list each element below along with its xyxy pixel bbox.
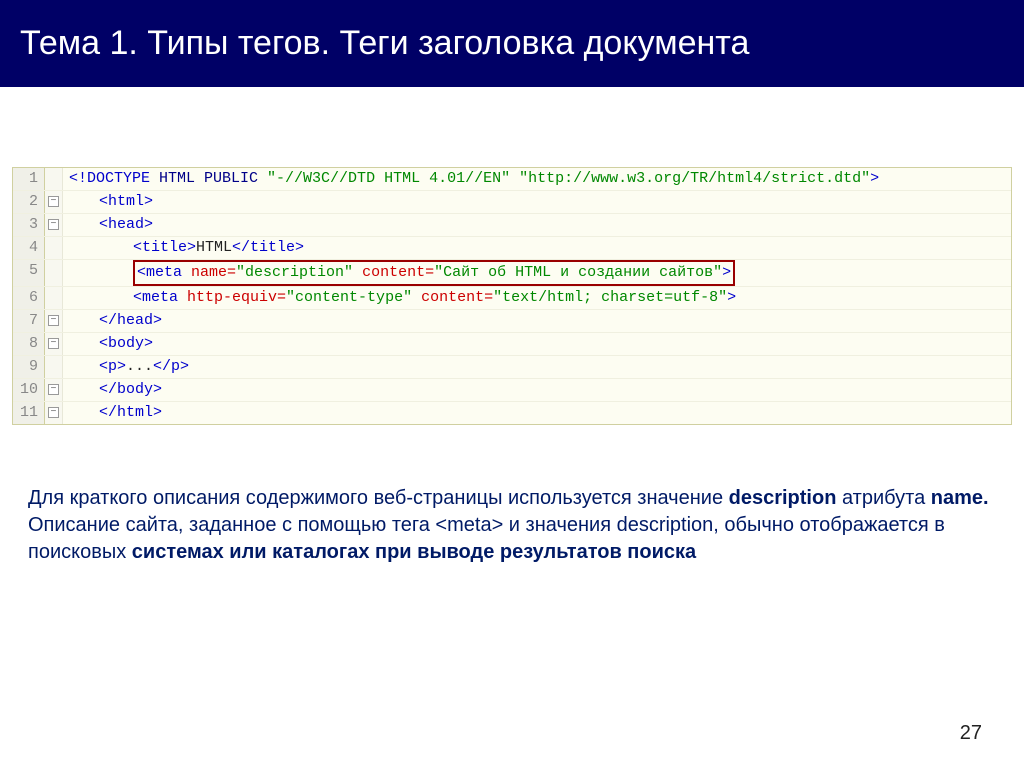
line-number: 8 (13, 333, 45, 355)
token-attr: content= (353, 264, 434, 281)
fold-gutter: − (45, 191, 63, 213)
line-number: 3 (13, 214, 45, 236)
code-content: <p>...</p> (63, 356, 189, 378)
fold-icon[interactable]: − (48, 196, 59, 207)
fold-gutter: − (45, 379, 63, 401)
code-line: 9 <p>...</p> (13, 356, 1011, 379)
token-tag: > (722, 264, 731, 281)
para-bold-tail: системах или каталогах при выводе резуль… (132, 541, 696, 563)
token-val: "description" (236, 264, 353, 281)
line-number: 11 (13, 402, 45, 424)
token-tag: > (870, 170, 879, 187)
token-val: "Сайт об HTML и создании сайтов" (434, 264, 722, 281)
fold-gutter: − (45, 402, 63, 424)
code-content: <!DOCTYPE HTML PUBLIC "-//W3C//DTD HTML … (63, 168, 879, 190)
token-val: "content-type" (286, 289, 412, 306)
code-line: 8− <body> (13, 333, 1011, 356)
para-bold-name: name. (931, 487, 989, 509)
token-txt: ... (126, 358, 153, 375)
token-attr: content= (412, 289, 493, 306)
fold-gutter (45, 237, 63, 259)
fold-icon[interactable]: − (48, 384, 59, 395)
token-tag: <meta (137, 264, 191, 281)
token-tag: </p> (153, 358, 189, 375)
line-number: 1 (13, 168, 45, 190)
code-content: <head> (63, 214, 153, 236)
fold-icon[interactable]: − (48, 338, 59, 349)
fold-icon[interactable]: − (48, 407, 59, 418)
token-val: "-//W3C//DTD HTML 4.01//EN" "http://www.… (267, 170, 870, 187)
token-tag: > (727, 289, 736, 306)
code-line: 3− <head> (13, 214, 1011, 237)
para-text: атрибута (836, 487, 930, 509)
code-content: </body> (63, 379, 162, 401)
fold-gutter (45, 168, 63, 190)
code-line: 7− </head> (13, 310, 1011, 333)
token-tag: </title> (232, 239, 304, 256)
description-paragraph: Для краткого описания содержимого веб-ст… (28, 485, 996, 566)
code-content: </head> (63, 310, 162, 332)
fold-gutter (45, 356, 63, 378)
token-tag: <title> (133, 239, 196, 256)
para-text: Для краткого описания содержимого веб-ст… (28, 487, 729, 509)
fold-gutter: − (45, 310, 63, 332)
line-number: 7 (13, 310, 45, 332)
fold-gutter (45, 287, 63, 309)
token-txt: HTML (196, 239, 232, 256)
code-content: <body> (63, 333, 153, 355)
token-tag: <!DOCTYPE (69, 170, 159, 187)
code-line: 6 <meta http-equiv="content-type" content… (13, 287, 1011, 310)
code-content: <html> (63, 191, 153, 213)
code-line: 1 <!DOCTYPE HTML PUBLIC "-//W3C//DTD HTML… (13, 168, 1011, 191)
fold-gutter: − (45, 214, 63, 236)
fold-gutter (45, 260, 63, 286)
token-attr: http-equiv= (187, 289, 286, 306)
line-number: 10 (13, 379, 45, 401)
line-number: 9 (13, 356, 45, 378)
code-content: </html> (63, 402, 162, 424)
fold-icon[interactable]: − (48, 219, 59, 230)
token-val: "text/html; charset=utf-8" (493, 289, 727, 306)
code-line: 5 <meta name="description" content="Сайт … (13, 260, 1011, 287)
token-tag: <meta (133, 289, 187, 306)
code-line: 11− </html> (13, 402, 1011, 424)
code-block: 1 <!DOCTYPE HTML PUBLIC "-//W3C//DTD HTML… (12, 167, 1012, 425)
para-bold-description: description (729, 487, 837, 509)
token-tag: <html> (99, 193, 153, 210)
highlighted-line: <meta name="description" content="Сайт о… (133, 260, 735, 286)
token-tag: </body> (99, 381, 162, 398)
line-number: 5 (13, 260, 45, 286)
token-tag: </head> (99, 312, 162, 329)
code-content: <meta name="description" content="Сайт о… (63, 260, 735, 286)
token-tag: </html> (99, 404, 162, 421)
token-kw: HTML PUBLIC (159, 170, 267, 187)
token-tag: <head> (99, 216, 153, 233)
code-content: <title>HTML</title> (63, 237, 304, 259)
line-number: 6 (13, 287, 45, 309)
code-line: 4 <title>HTML</title> (13, 237, 1011, 260)
page-number: 27 (960, 722, 982, 745)
code-line: 2− <html> (13, 191, 1011, 214)
fold-icon[interactable]: − (48, 315, 59, 326)
line-number: 2 (13, 191, 45, 213)
title-text: Тема 1. Типы тегов. Теги заголовка докум… (20, 24, 749, 62)
token-tag: <body> (99, 335, 153, 352)
line-number: 4 (13, 237, 45, 259)
token-tag: <p> (99, 358, 126, 375)
slide-title: Тема 1. Типы тегов. Теги заголовка докум… (0, 0, 1024, 87)
code-line: 10− </body> (13, 379, 1011, 402)
fold-gutter: − (45, 333, 63, 355)
code-content: <meta http-equiv="content-type" content=… (63, 287, 736, 309)
token-attr: name= (191, 264, 236, 281)
